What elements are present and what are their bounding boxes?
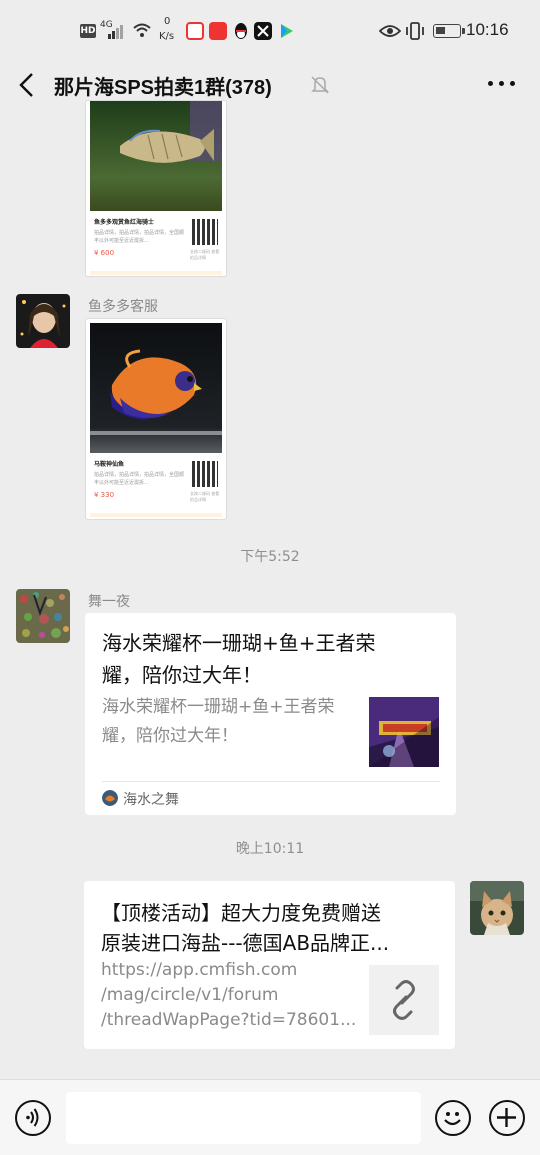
app-notification-icon [186,22,204,40]
vibrate-icon [406,22,424,40]
qr-note: 长按二维码 查看拍品详情 [190,491,220,502]
fish-photo [90,323,222,453]
card-footer-strip [90,513,222,517]
source-name: 海水之舞 [123,792,179,808]
mute-bell-icon [311,76,329,94]
back-arrow-icon[interactable] [16,72,40,98]
article-thumbnail [369,697,439,767]
timestamp: 下午5:52 [240,549,300,565]
link-url-line1: https://app.cmfish.com [101,960,298,980]
avatar[interactable] [16,294,70,348]
link-title-line2: 原装进口海盐---德国AB品牌正... [101,931,390,955]
mini-program-desc: 拍品详情，拍品详情，拍品详情，全国顺丰以外可能至近近需拆... [94,230,185,244]
link-url-line3: /threadWapPage?tid=78601... [101,1010,357,1030]
fish-photo [90,101,222,211]
source-icon [102,790,118,806]
mini-program-title: 鱼多多观赏鱼红海骑士 [94,219,155,226]
sender-name: 鱼多多客服 [88,299,158,315]
qq-icon [232,22,250,40]
link-icon [393,980,415,1020]
card-divider [102,781,440,782]
chat-header: 那片海SPS拍卖1群(378) [0,62,540,108]
mini-program-card[interactable]: 鱼多多观赏鱼红海骑士 拍品详情，拍品详情，拍品详情，全国顺丰以外可能至近近需拆.… [85,100,227,277]
input-bar [0,1079,540,1155]
capcut-icon [254,22,272,40]
plus-icon[interactable] [489,1100,525,1136]
article-card[interactable]: 海水荣耀杯一珊瑚+鱼+王者荣 耀，陪你过大年！ 海水荣耀杯一珊瑚+鱼+王者荣 耀… [85,613,456,815]
mini-program-desc: 拍品详情，拍品详情，拍品详情，全国顺丰以外可能至近近需拆... [94,472,185,486]
chat-title: 那片海SPS拍卖1群(378) [54,77,272,99]
speed-unit: K/s [159,31,175,42]
article-desc-line1: 海水荣耀杯一珊瑚+鱼+王者荣 [102,697,335,717]
eye-icon [379,25,401,37]
link-card[interactable]: 【顶楼活动】超大力度免费赠送 原装进口海盐---德国AB品牌正... https… [84,881,455,1049]
more-icon[interactable] [488,80,516,88]
card-footer-strip [90,271,222,275]
mini-program-price: ¥ 600 [94,249,115,257]
sender-name: 舞一夜 [88,594,130,610]
mini-program-title: 马鞍神仙鱼 [94,461,125,468]
mini-program-price: ¥ 330 [94,491,115,499]
avatar-self[interactable] [470,881,524,935]
article-title-line2: 耀，陪你过大年！ [102,663,262,687]
qr-note: 长按二维码 查看拍品详情 [190,249,220,260]
app-notification-icon [209,22,227,40]
link-url-line2: /mag/circle/v1/forum [101,985,279,1005]
article-desc-line2: 耀，陪你过大年！ [102,726,238,746]
avatar[interactable] [16,589,70,643]
clock: 10:16 [466,20,509,39]
mini-program-card[interactable]: 马鞍神仙鱼 拍品详情，拍品详情，拍品详情，全国顺丰以外可能至近近需拆... ¥ … [85,318,227,520]
qr-code [192,461,218,487]
battery-icon [433,24,465,38]
play-icon [277,22,295,40]
signal-icon [108,23,126,39]
emoji-icon[interactable] [435,1100,471,1136]
voice-icon[interactable] [15,1100,51,1136]
speed-value: 0 [164,16,171,27]
hd-badge: HD [80,24,96,38]
message-input[interactable] [66,1092,421,1144]
qr-code [192,219,218,245]
link-thumbnail [369,965,439,1035]
status-bar: HD 4G 0 K/s 10:16 [0,0,540,62]
timestamp: 晚上10:11 [235,841,305,857]
article-title-line1: 海水荣耀杯一珊瑚+鱼+王者荣 [102,631,376,655]
link-title-line1: 【顶楼活动】超大力度免费赠送 [101,901,381,925]
wifi-icon [133,23,151,37]
